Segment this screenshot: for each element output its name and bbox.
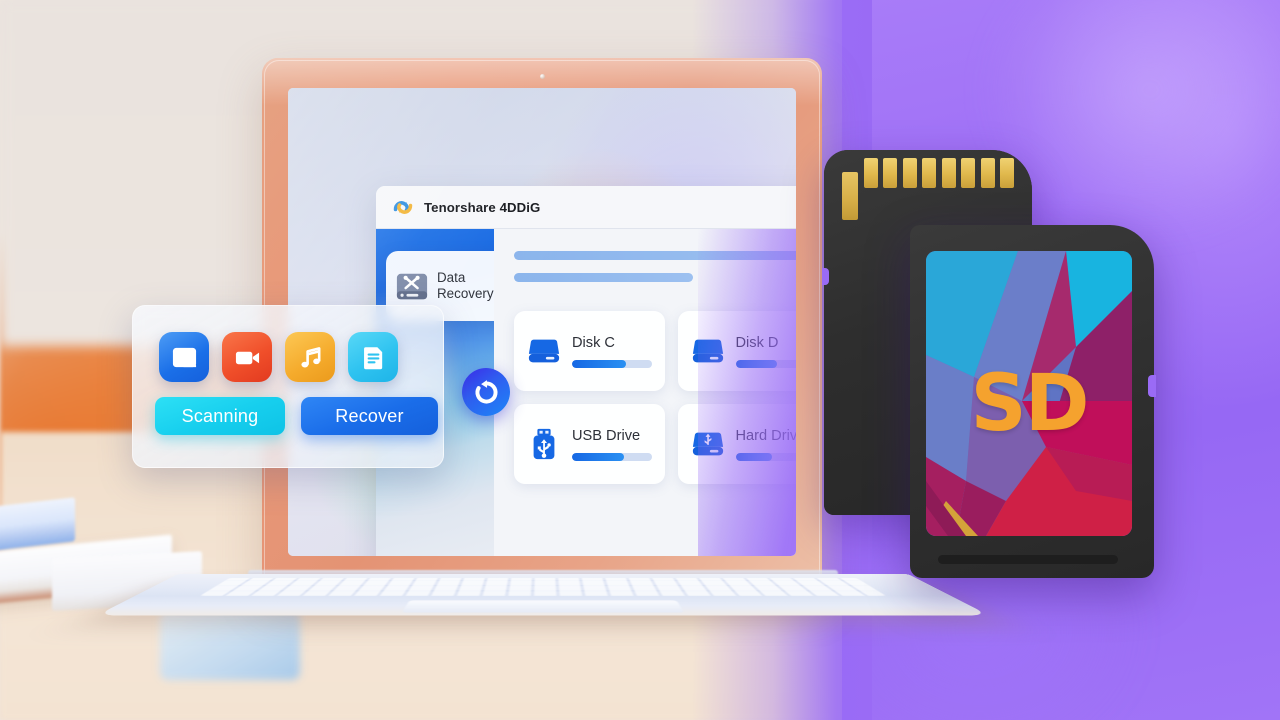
sd-pin: [842, 172, 858, 220]
sd-card-front: SD: [910, 225, 1156, 578]
drive-grid: Disk C Disk D USB Drive Hard Driv: [514, 311, 796, 484]
sd-card-bottom-bar: [938, 555, 1118, 564]
sd-pin: [863, 158, 878, 188]
file-type-document[interactable]: [348, 332, 398, 382]
sd-card-artwork: SD: [926, 251, 1132, 536]
drive-info: Hard Drive: [735, 427, 797, 461]
drive-progress-bar: [572, 452, 652, 461]
sd-pin: [883, 158, 897, 188]
usb-flash-drive-icon: [533, 428, 555, 460]
drive-card-disk-d[interactable]: Disk D: [677, 311, 796, 391]
recover-button[interactable]: Recover: [301, 397, 438, 435]
drive-card-usb-drive[interactable]: USB Drive: [514, 404, 665, 484]
drive-card-disk-c[interactable]: Disk C: [514, 311, 665, 391]
file-type-audio[interactable]: [285, 332, 335, 382]
laptop-trackpad: [402, 600, 684, 613]
file-type-video[interactable]: [222, 332, 272, 382]
scene-root: Tenorshare 4DDiG Data Recovery Disk C Di…: [0, 0, 1280, 720]
drive-info: Disk C: [572, 335, 652, 368]
drive-info: Disk D: [735, 334, 796, 368]
app-title: Tenorshare 4DDiG: [424, 199, 541, 215]
sd-pin: [961, 158, 975, 188]
drive-progress-bar: [572, 359, 652, 368]
restore-circular-arrow-icon: [474, 379, 498, 403]
skeleton-bar-short: [514, 273, 693, 282]
webcam-icon: [539, 74, 545, 79]
laptop-keyboard: [200, 578, 886, 596]
drive-name: Disk D: [735, 334, 779, 351]
drive-name: Disk C: [572, 334, 615, 351]
sd-card-label: SD: [970, 359, 1090, 449]
tenorshare-swirl-logo-icon: [393, 201, 413, 214]
hard-drive-tools-icon: [396, 273, 428, 299]
sd-pin: [980, 158, 995, 188]
laptop-base-deck: [96, 574, 990, 616]
hard-disk-icon: [528, 339, 560, 363]
floating-feature-panel: Scanning Recover: [132, 305, 444, 468]
drive-name: USB Drive: [572, 427, 641, 444]
sd-card-notch-right: [1148, 375, 1156, 397]
video-camera-icon: [235, 351, 259, 364]
skeleton-bar-long: [514, 251, 796, 260]
drive-info: USB Drive: [572, 428, 652, 461]
sd-pin: [941, 158, 956, 188]
sd-pin: [902, 158, 917, 188]
music-note-icon: [300, 346, 320, 368]
file-type-icon-row: [133, 306, 443, 382]
document-icon: [363, 346, 382, 369]
drive-progress-bar: [735, 359, 796, 368]
scanning-button[interactable]: Scanning: [155, 397, 285, 435]
sd-pin: [1000, 158, 1014, 188]
sidebar-item-label: Data Recovery: [437, 270, 494, 303]
restore-badge[interactable]: [462, 368, 510, 416]
sd-card-group: SD: [822, 150, 1156, 580]
sd-card-notch-left: [822, 268, 829, 285]
photo-icon: [172, 347, 196, 367]
usb-drive-icon: [692, 432, 723, 456]
drive-progress-bar: [735, 452, 796, 461]
nav-label-line1: Data: [437, 269, 466, 285]
app-titlebar: Tenorshare 4DDiG: [376, 186, 796, 229]
sd-card-pins: [842, 158, 1014, 220]
action-button-row: Scanning Recover: [133, 382, 443, 435]
file-type-photo[interactable]: [159, 332, 209, 382]
nav-label-line2: Recovery: [437, 286, 494, 301]
app-main-content: Disk C Disk D USB Drive Hard Driv: [494, 229, 796, 556]
drive-name: Hard Drive: [735, 427, 797, 444]
hard-disk-icon: [692, 339, 723, 363]
drive-card-hard-drive[interactable]: Hard Drive: [677, 404, 797, 484]
sd-pin: [922, 158, 936, 188]
desk-object-blue: [160, 610, 300, 680]
